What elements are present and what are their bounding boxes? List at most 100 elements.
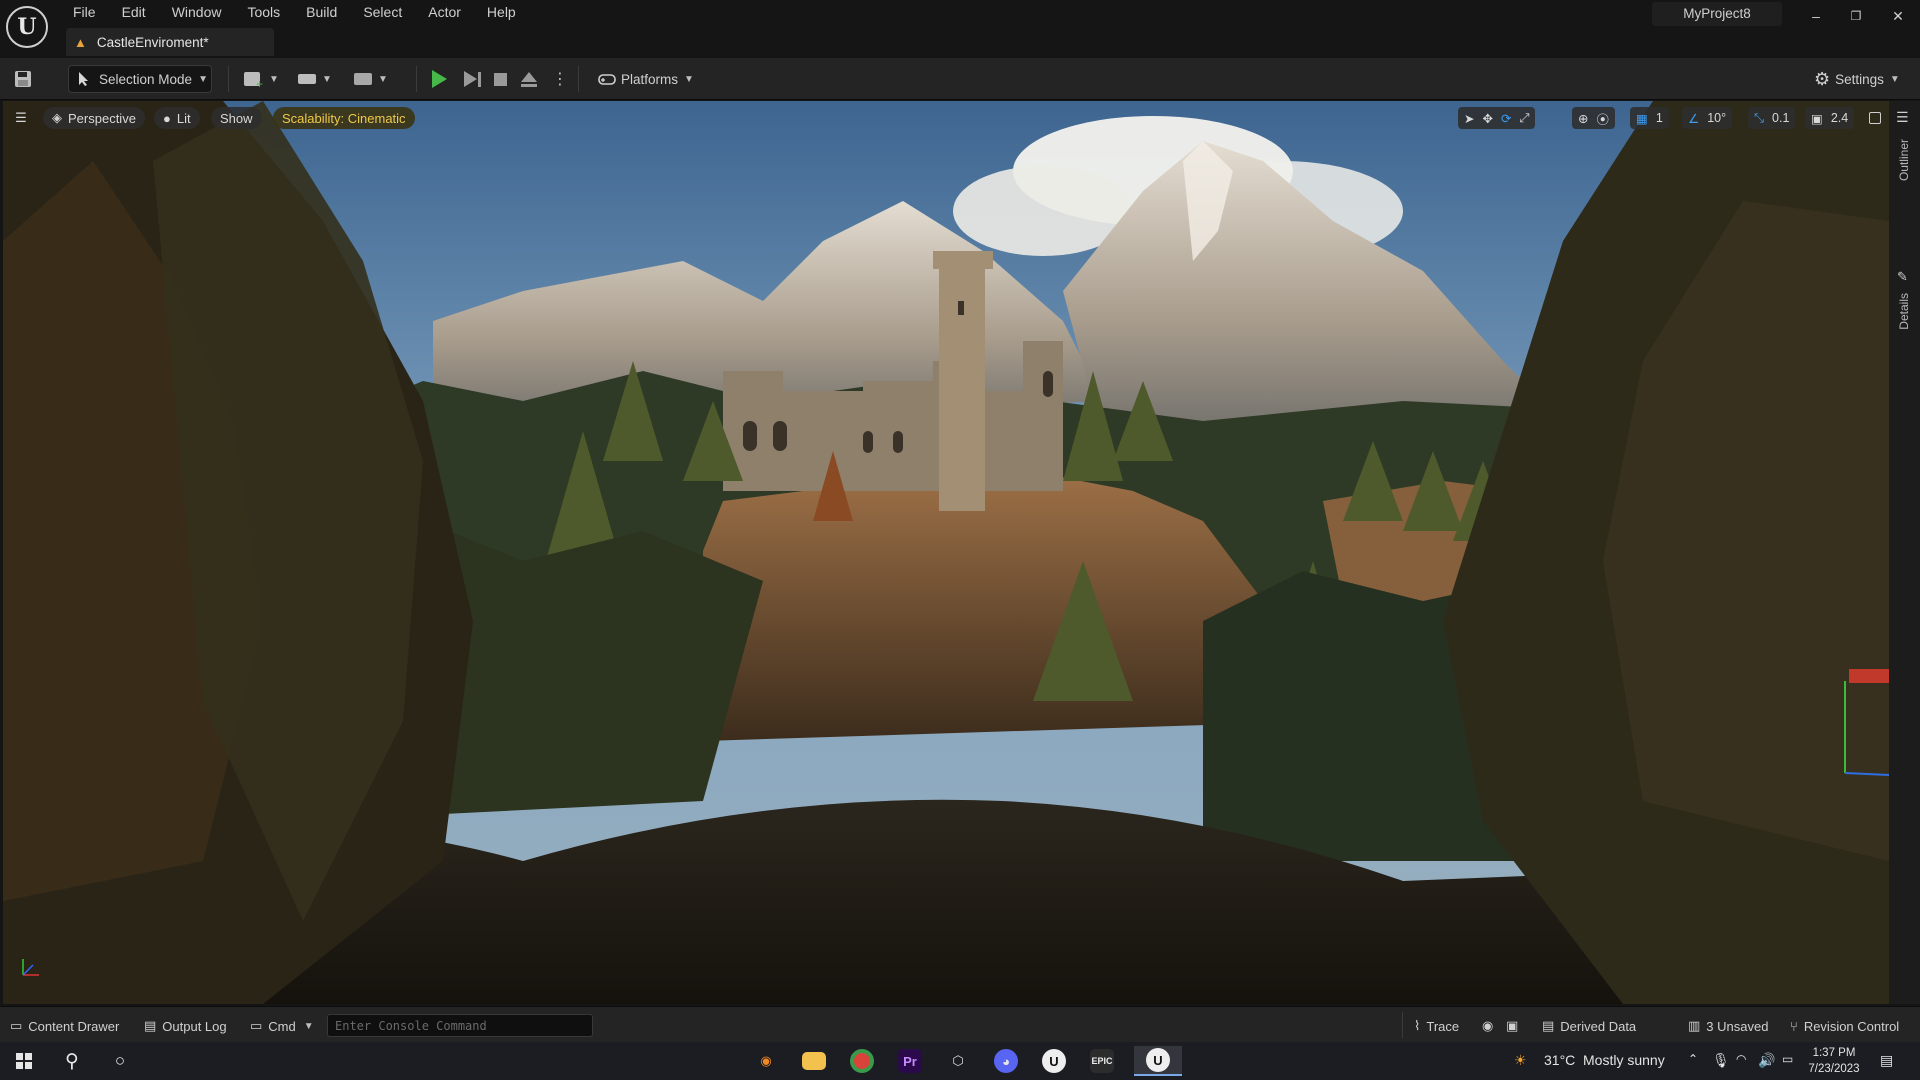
weather-temp[interactable]: 31°C <box>1544 1052 1575 1068</box>
unsaved-icon: ▥ <box>1688 1018 1701 1033</box>
advance-frame-button[interactable] <box>464 65 484 93</box>
scale-snap-value: 0.1 <box>1772 111 1790 125</box>
layout-icon[interactable] <box>1863 107 1887 129</box>
epic-games-icon[interactable]: EPIC <box>1086 1046 1118 1076</box>
notifications-icon[interactable]: ▤ <box>1880 1052 1893 1069</box>
eject-button[interactable] <box>520 65 538 93</box>
discord-icon[interactable]: ◕ <box>990 1046 1022 1076</box>
menu-help[interactable]: Help <box>474 0 529 24</box>
rotate-tool-icon[interactable]: ⟳ <box>1501 111 1511 126</box>
weather-icon[interactable]: ☀ <box>1514 1052 1527 1069</box>
select-tool-icon[interactable]: ➤ <box>1464 111 1474 126</box>
selection-mode-dropdown[interactable]: Selection Mode ▼ <box>68 65 212 93</box>
scale-tool-icon[interactable]: ⤢ <box>1519 111 1529 126</box>
close-button[interactable]: ✕ <box>1878 4 1918 28</box>
cmd-dropdown[interactable]: ▭ Cmd ▼ <box>250 1016 314 1036</box>
chrome-icon[interactable] <box>846 1046 878 1076</box>
pencil-icon: ✎ <box>1897 269 1908 284</box>
database-icon: ▤ <box>1542 1018 1555 1033</box>
camera-speed-control[interactable]: ▣ 2.4 <box>1805 107 1855 129</box>
save-icon[interactable] <box>14 65 36 93</box>
unreal-engine-icon[interactable]: U <box>1038 1046 1070 1076</box>
grid-snap-value: 1 <box>1655 111 1663 125</box>
menu-actor[interactable]: Actor <box>415 0 474 24</box>
blueprint-icon <box>298 74 316 84</box>
level-tab[interactable]: ▲ CastleEnviroment* <box>66 28 274 56</box>
rotation-snap-value: 10° <box>1707 111 1727 125</box>
chevron-down-icon: ▼ <box>198 73 208 85</box>
menu-edit[interactable]: Edit <box>109 0 159 24</box>
move-tool-icon[interactable]: ✥ <box>1482 111 1492 126</box>
viewport-menu-icon[interactable]: ☰ <box>9 107 33 129</box>
system-clock[interactable]: 1:37 PM 7/23/2023 <box>1800 1045 1868 1077</box>
blender-icon[interactable]: ◉ <box>750 1046 782 1076</box>
surface-snap-icon[interactable]: ⦿ <box>1596 109 1609 128</box>
settings-dropdown[interactable]: ⚙ Settings ▼ <box>1814 65 1900 93</box>
content-drawer-button[interactable]: ▭ Content Drawer <box>10 1016 119 1036</box>
add-actor-button[interactable]: + ▼ <box>244 65 279 93</box>
unity-icon[interactable]: ⬡ <box>942 1046 974 1076</box>
windows-start-icon[interactable] <box>8 1046 40 1076</box>
menu-file[interactable]: File <box>60 0 109 24</box>
revision-control-label: Revision Control <box>1803 1018 1900 1034</box>
camera-icon: ▣ <box>1811 111 1823 126</box>
hamburger-icon[interactable]: ☰ <box>1896 109 1909 126</box>
cursor-icon <box>79 72 88 86</box>
weather-description[interactable]: Mostly sunny <box>1583 1052 1665 1068</box>
output-log-button[interactable]: ▤ Output Log <box>144 1016 227 1036</box>
rotation-snap-control[interactable]: ∠ 10° <box>1682 107 1733 129</box>
microphone-icon[interactable]: 🎙 <box>1712 1052 1730 1069</box>
sphere-icon: ● <box>163 110 171 126</box>
menu-tools[interactable]: Tools <box>234 0 293 24</box>
show-dropdown[interactable]: Show <box>211 107 262 129</box>
transform-tools: ➤ ✥ ⟳ ⤢ <box>1458 107 1536 129</box>
revision-control-button[interactable]: ⑂ Revision Control <box>1790 1016 1899 1036</box>
platforms-dropdown[interactable]: Platforms ▼ <box>598 65 694 93</box>
restore-button[interactable]: ❐ <box>1836 4 1876 28</box>
clock-time: 1:37 PM <box>1812 1047 1856 1059</box>
console-command-input[interactable] <box>327 1014 593 1037</box>
record-icon[interactable]: ◉ <box>1482 1016 1493 1036</box>
unsaved-button[interactable]: ▥ 3 Unsaved <box>1688 1016 1768 1036</box>
grid-snap-control[interactable]: ▦ 1 <box>1630 107 1669 129</box>
chevron-down-icon: ▼ <box>322 73 332 85</box>
file-explorer-icon[interactable] <box>798 1046 830 1076</box>
output-log-label: Output Log <box>162 1018 227 1034</box>
scene-render[interactable] <box>3 101 1889 1004</box>
minimize-button[interactable]: – <box>1796 4 1836 28</box>
details-tab[interactable]: Details <box>1897 293 1911 330</box>
unreal-editor-active-icon[interactable]: U <box>1134 1046 1182 1076</box>
scalability-warning[interactable]: Scalability: Cinematic <box>273 107 415 129</box>
chevron-down-icon: ▼ <box>684 73 694 85</box>
screenshot-icon[interactable]: ▣ <box>1506 1016 1518 1036</box>
perspective-dropdown[interactable]: ◈ Perspective <box>43 107 145 129</box>
more-options-icon[interactable]: ⋮ <box>552 65 568 93</box>
menu-build[interactable]: Build <box>293 0 350 24</box>
cinematics-button[interactable]: ▼ <box>354 65 388 93</box>
battery-icon[interactable]: ▭ <box>1782 1052 1793 1066</box>
coordinate-system-toggle[interactable]: ⊕ ⦿ <box>1572 107 1615 129</box>
gamepad-icon <box>598 74 616 85</box>
view-mode-dropdown[interactable]: ● Lit <box>154 107 200 129</box>
level-viewport[interactable]: ☰ ◈ Perspective ● Lit Show Scalability: … <box>3 101 1889 1004</box>
gear-icon: ⚙ <box>1814 68 1831 89</box>
trace-button[interactable]: ⌇ Trace <box>1414 1016 1459 1036</box>
tray-chevron-up-icon[interactable]: ⌃ <box>1688 1052 1698 1066</box>
menu-select[interactable]: Select <box>350 0 415 24</box>
unreal-logo-icon[interactable]: U <box>6 6 48 48</box>
wifi-icon[interactable]: ◠ <box>1736 1052 1746 1066</box>
outliner-tab[interactable]: Outliner <box>1897 139 1911 181</box>
search-icon[interactable]: ⚲ <box>56 1046 88 1076</box>
volume-icon[interactable]: 🔊 <box>1758 1052 1775 1069</box>
blueprint-button[interactable]: ▼ <box>298 65 332 93</box>
stop-button[interactable] <box>494 65 510 93</box>
scale-snap-control[interactable]: ⤡ 0.1 <box>1748 107 1796 129</box>
premiere-pro-icon[interactable]: Pr <box>894 1046 926 1076</box>
content-drawer-label: Content Drawer <box>28 1018 120 1034</box>
menu-window[interactable]: Window <box>159 0 235 24</box>
derived-data-button[interactable]: ▤ Derived Data <box>1542 1016 1636 1036</box>
toolbar-divider <box>416 66 417 92</box>
cortana-icon[interactable]: ○ <box>104 1046 136 1076</box>
unsaved-label: 3 Unsaved <box>1706 1018 1769 1034</box>
play-button[interactable] <box>432 65 456 93</box>
